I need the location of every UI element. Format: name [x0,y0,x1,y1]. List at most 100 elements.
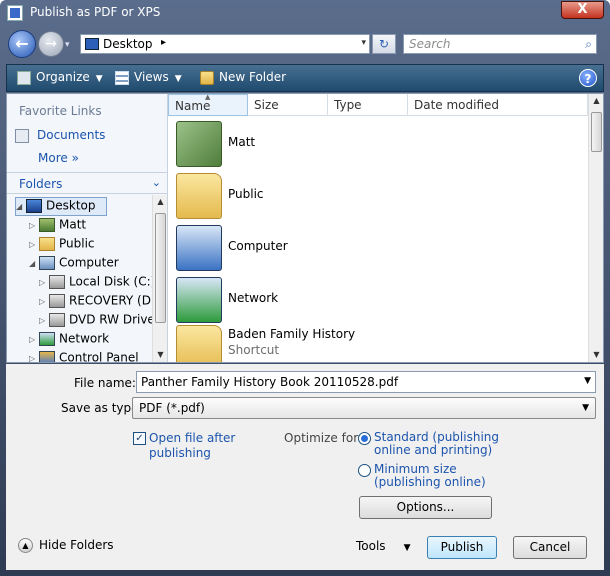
breadcrumb-chevron-icon[interactable]: ▸ [161,37,166,48]
folder-tree-scrollbar[interactable]: ▲ ▼ [152,195,167,362]
tree-item-computer[interactable]: ◢ Computer [29,255,119,274]
sort-ascending-icon: ▲ [205,93,211,101]
scroll-down-icon[interactable]: ▼ [589,348,604,362]
optimize-for-label: Optimize for: [284,431,362,445]
search-icon[interactable]: ⌕ [585,37,592,52]
folders-label: Folders [19,177,63,191]
search-placeholder: Search [409,37,451,51]
title-bar: Publish as PDF or XPS X [0,0,610,26]
file-name: Matt [228,135,256,149]
address-dropdown-icon[interactable]: ▾ [361,38,366,48]
expand-icon[interactable]: ▷ [29,335,39,344]
open-after-publishing-checkbox[interactable]: ✓ [133,432,146,445]
tree-item-recovery[interactable]: ▷ RECOVERY (D:) [39,293,152,312]
publish-button[interactable]: Publish [427,536,497,559]
expand-icon[interactable]: ▷ [29,240,39,249]
expand-icon[interactable]: ▷ [39,297,49,306]
file-name-field[interactable]: Panther Family History Book 20110528.pdf… [136,371,596,393]
scrollbar-thumb[interactable] [155,213,166,323]
expand-icon[interactable]: ▷ [39,278,49,287]
file-list-scrollbar[interactable]: ▲ ▼ [588,94,603,362]
collapse-icon[interactable]: ◢ [16,202,26,211]
address-location[interactable]: Desktop [103,37,153,51]
tree-item-local-disk[interactable]: ▷ Local Disk (C:) [39,274,152,293]
expand-icon[interactable]: ▷ [29,221,39,230]
dvd-drive-icon [49,312,65,327]
chevron-up-icon: ▲ [18,538,33,553]
folder-icon [39,236,55,251]
options-button[interactable]: Options... [359,496,492,519]
column-date-modified[interactable]: Date modified [408,94,588,116]
save-options-panel: File name: Panther Family History Book 2… [6,364,604,570]
column-name[interactable]: ▲ Name [168,93,248,116]
favorite-link-documents[interactable]: Documents [15,128,105,143]
back-button[interactable]: ← [8,30,36,58]
control-panel-icon [39,350,55,362]
column-size[interactable]: Size [248,94,328,116]
list-item[interactable]: Baden Family History Shortcut [176,323,576,362]
list-item[interactable]: Matt [176,119,576,169]
list-item[interactable]: Public [176,171,576,221]
tree-item-control-panel[interactable]: ▷ Control Panel [29,350,139,362]
file-name: Network [228,291,279,305]
tree-item-network[interactable]: ▷ Network [29,331,109,350]
folder-icon [176,173,222,219]
organize-button[interactable]: Organize ▼ [17,70,103,85]
forward-button[interactable]: → [38,31,64,57]
chevron-down-icon[interactable]: ▼ [582,403,589,413]
tree-item-desktop[interactable]: ◢ Desktop [15,197,107,216]
tools-button[interactable]: Tools ▼ [356,539,410,553]
expand-icon[interactable]: ▷ [39,316,49,325]
address-bar[interactable]: Desktop ▸ ▾ [80,34,370,54]
cancel-button[interactable]: Cancel [513,536,587,559]
chevron-down-icon[interactable]: ▼ [584,376,591,386]
folders-header[interactable]: Folders ⌄ [7,172,167,194]
column-name-label: Name [175,99,211,113]
scroll-up-icon[interactable]: ▲ [589,94,604,108]
list-item[interactable]: Computer [176,223,576,273]
chevron-down-icon[interactable]: ⌄ [152,176,161,189]
drive-icon [49,293,65,308]
hide-folders-button[interactable]: ▲ Hide Folders [18,538,114,553]
file-subtitle: Shortcut [228,343,280,357]
scroll-up-icon[interactable]: ▲ [153,195,168,209]
refresh-button[interactable]: ↻ [372,34,396,54]
column-headers: ▲ Name Size Type Date modified [168,93,588,116]
save-as-type-label: Save as type: [61,401,143,415]
views-button[interactable]: Views ▼ [115,70,182,85]
minimum-size-radio-label[interactable]: Minimum size (publishing online) [374,463,514,489]
expand-icon[interactable]: ▷ [29,354,39,362]
help-icon[interactable]: ? [579,69,597,87]
column-type[interactable]: Type [328,94,408,116]
computer-icon [39,255,55,270]
file-name-value[interactable]: Panther Family History Book 20110528.pdf [141,375,398,389]
tree-item-dvd-drive[interactable]: ▷ DVD RW Drive [39,312,152,331]
documents-label: Documents [37,128,106,142]
standard-radio-label[interactable]: Standard (publishing online and printing… [374,431,514,457]
user-folder-icon [176,121,222,167]
file-list: Matt Public Computer Network Baden Famil… [168,117,588,362]
collapse-icon[interactable]: ◢ [29,259,39,268]
save-as-type-select[interactable]: PDF (*.pdf) ▼ [132,397,596,419]
list-item[interactable]: Network [176,275,576,325]
file-name: Baden Family History [228,327,356,341]
minimum-size-radio[interactable] [358,464,371,477]
new-folder-button[interactable]: New Folder [200,70,286,85]
scrollbar-thumb[interactable] [591,112,602,152]
file-list-pane: ▲ Name Size Type Date modified Matt Publi… [168,93,603,362]
tree-item-matt[interactable]: ▷ Matt [29,217,86,236]
drive-icon [49,274,65,289]
publish-dialog-window: Publish as PDF or XPS X ← → ▾ Desktop ▸ … [0,0,610,576]
network-icon [176,277,222,323]
tools-label: Tools [356,539,386,553]
more-links[interactable]: More » [38,151,79,165]
search-input[interactable]: Search ⌕ [403,34,597,54]
word-app-icon [7,5,23,21]
close-button[interactable]: X [561,1,604,19]
recent-pages-dropdown-icon[interactable]: ▾ [65,40,70,50]
tree-item-public[interactable]: ▷ Public [29,236,95,255]
save-as-type-value: PDF (*.pdf) [139,401,205,415]
scroll-down-icon[interactable]: ▼ [153,348,168,362]
standard-radio[interactable] [358,432,371,445]
open-after-publishing-label[interactable]: Open file after publishing [149,431,259,461]
